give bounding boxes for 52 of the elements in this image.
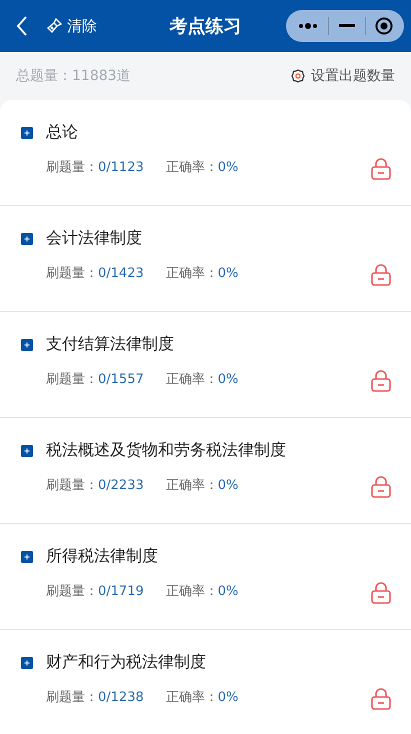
rate-value: 0% (218, 584, 238, 598)
count-value: 0/1423 (98, 266, 144, 280)
clear-link[interactable]: 清除 (67, 16, 97, 36)
lock-icon[interactable] (371, 264, 391, 286)
lock-icon[interactable] (371, 476, 391, 498)
count-value: 0/1238 (98, 690, 144, 704)
chapter-title[interactable]: 会计法律制度 (46, 228, 142, 249)
count-label: 刷题量： (46, 477, 98, 494)
chapter-title[interactable]: 财产和行为税法律制度 (46, 652, 206, 673)
expand-icon[interactable] (21, 656, 33, 668)
total-count: 总题量：11883道 (16, 67, 131, 85)
rate-value: 0% (218, 478, 238, 492)
rate-label: 正确率： (166, 477, 218, 494)
brush-icon[interactable] (46, 18, 62, 34)
count-value: 0/2233 (98, 478, 144, 492)
rate-label: 正确率： (166, 265, 218, 282)
lock-icon[interactable] (371, 158, 391, 180)
chapter-title[interactable]: 支付结算法律制度 (46, 334, 174, 355)
chapter-title[interactable]: 所得税法律制度 (46, 546, 158, 567)
rate-value: 0% (218, 160, 238, 174)
settings-link[interactable]: 设置出题数量 (291, 67, 395, 85)
settings-icon (291, 69, 305, 83)
lock-icon[interactable] (371, 582, 391, 604)
count-label: 刷题量： (46, 371, 98, 388)
expand-icon[interactable] (21, 338, 33, 350)
page-title: 考点练习 (168, 15, 242, 38)
expand-icon[interactable] (21, 444, 33, 456)
count-value: 0/1557 (98, 372, 144, 386)
rate-label: 正确率： (166, 159, 218, 176)
rate-label: 正确率： (166, 371, 218, 388)
lock-icon[interactable] (371, 688, 391, 710)
chapter-title[interactable]: 总论 (46, 122, 78, 143)
rate-label: 正确率： (166, 689, 218, 706)
chapter-title[interactable]: 税法概述及货物和劳务税法律制度 (46, 440, 286, 461)
expand-icon[interactable] (21, 126, 33, 138)
lock-icon[interactable] (371, 370, 391, 392)
minimize-icon[interactable] (338, 24, 355, 28)
rate-value: 0% (218, 690, 238, 704)
count-value: 0/1123 (98, 160, 144, 174)
rate-value: 0% (218, 266, 238, 280)
rate-label: 正确率： (166, 583, 218, 600)
count-label: 刷题量： (46, 265, 98, 282)
expand-icon[interactable] (21, 550, 33, 562)
count-value: 0/1719 (98, 584, 144, 598)
more-icon[interactable] (296, 22, 319, 30)
expand-icon[interactable] (21, 232, 33, 244)
close-icon[interactable] (375, 17, 394, 35)
rate-value: 0% (218, 372, 238, 386)
count-label: 刷题量： (46, 159, 98, 176)
count-label: 刷题量： (46, 689, 98, 706)
back-icon[interactable] (16, 15, 28, 37)
count-label: 刷题量： (46, 583, 98, 600)
